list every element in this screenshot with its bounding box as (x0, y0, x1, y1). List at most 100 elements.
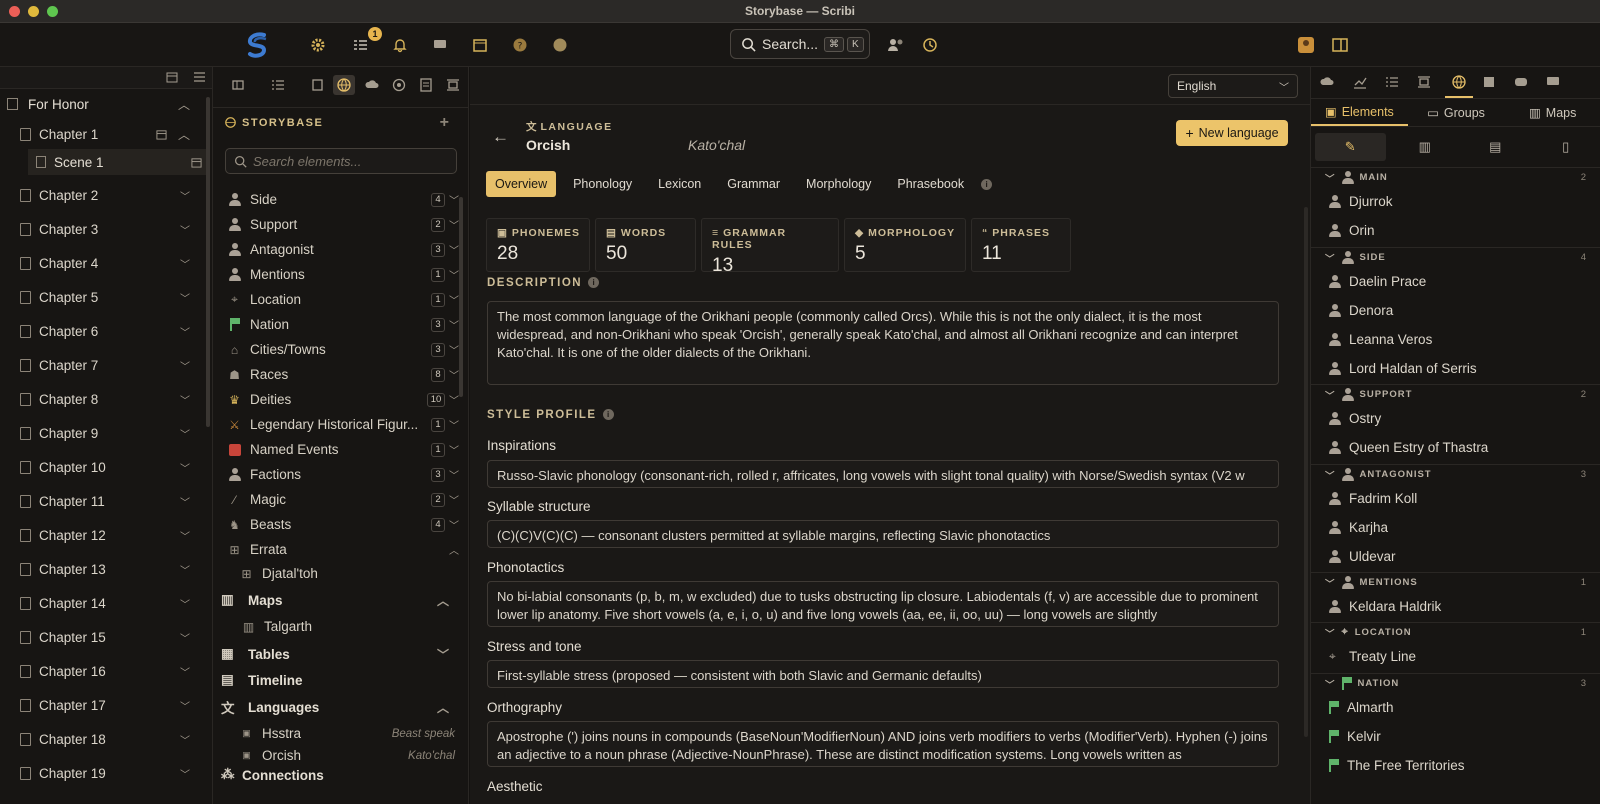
chapter-item[interactable]: Chapter 10 ﹀ (0, 450, 212, 484)
chevron-down-icon[interactable]: ﹀ (449, 492, 459, 507)
chevron-up-icon[interactable]: ︿ (437, 592, 449, 609)
element-item[interactable]: ⌖ Treaty Line (1329, 642, 1416, 670)
chevron-down-icon[interactable]: ﹀ (180, 528, 190, 543)
element-type-location[interactable]: ⌖ Location 1 ﹀ (227, 287, 459, 312)
chapter-item[interactable]: Chapter 12 ﹀ (0, 518, 212, 552)
chapter-item[interactable]: Chapter 8 ﹀ (0, 382, 212, 416)
element-item[interactable]: Orin (1329, 216, 1375, 244)
chevron-down-icon[interactable]: ﹀ (180, 324, 190, 339)
zoom-window-button[interactable] (47, 6, 58, 17)
chevron-down-icon[interactable]: ﹀ (449, 417, 459, 432)
characters-icon[interactable] (311, 78, 325, 92)
chat-icon[interactable] (430, 35, 450, 55)
project-item[interactable]: For Honor ︿ (0, 89, 212, 119)
history-icon[interactable] (920, 35, 940, 55)
account-icon[interactable] (1296, 35, 1316, 55)
chapter-item[interactable]: Chapter 13 ﹀ (0, 552, 212, 586)
element-item[interactable]: Djurrok (1329, 187, 1393, 215)
group-location[interactable]: ﹀ ⌖ LOCATION 1 (1311, 622, 1600, 642)
chevron-up-icon[interactable]: ︿ (449, 542, 459, 557)
calendar-icon[interactable] (166, 71, 178, 83)
cloud-icon[interactable] (1320, 75, 1334, 89)
tab-overview[interactable]: Overview (486, 171, 557, 197)
locale-select[interactable]: English ﹀ (1168, 74, 1298, 98)
group-main[interactable]: ﹀ MAIN 2 (1311, 167, 1600, 187)
global-search[interactable]: Search... ⌘ K (730, 29, 870, 59)
chevron-down-icon[interactable]: ﹀ (449, 217, 459, 232)
element-item[interactable]: Keldara Haldrik (1329, 592, 1441, 620)
chapter-item[interactable]: Chapter 3 ﹀ (0, 212, 212, 246)
menu-icon[interactable] (194, 72, 205, 82)
list-icon[interactable] (271, 78, 285, 92)
chapter-item[interactable]: Chapter 11 ﹀ (0, 484, 212, 518)
element-item[interactable]: Kelvir (1329, 722, 1381, 750)
chevron-down-icon[interactable]: ﹀ (449, 467, 459, 482)
group-antagonist[interactable]: ﹀ ANTAGONIST 3 (1311, 464, 1600, 484)
calendar-icon[interactable] (156, 129, 167, 140)
chapter-item[interactable]: Chapter 7 ﹀ (0, 348, 212, 382)
game-icon[interactable] (1514, 75, 1528, 89)
syllable-input[interactable]: (C)(C)V(C)(C) — consonant clusters permi… (487, 520, 1279, 548)
scene-item[interactable]: Scene 1 (28, 149, 206, 175)
chevron-down-icon[interactable]: ﹀ (449, 442, 459, 457)
feather-icon[interactable]: ✎ (1315, 133, 1386, 161)
cloud-icon[interactable] (365, 78, 379, 92)
element-type-support[interactable]: Support 2 ﹀ (227, 212, 459, 237)
chevron-down-icon[interactable]: ﹀ (437, 646, 449, 663)
document-icon[interactable]: ▯ (1531, 133, 1600, 161)
element-type-magic[interactable]: ⁄ Magic 2 ﹀ (227, 487, 459, 512)
stat-phonemes[interactable]: ▣ PHONEMES 28 (486, 218, 590, 272)
chevron-down-icon[interactable]: ﹀ (449, 517, 459, 532)
scrollbar[interactable] (1304, 207, 1308, 737)
chapter-item[interactable]: Chapter 5 ﹀ (0, 280, 212, 314)
group-mentions[interactable]: ﹀ MENTIONS 1 (1311, 572, 1600, 592)
tab-phrasebook[interactable]: Phrasebook (888, 171, 973, 197)
chevron-down-icon[interactable]: ﹀ (449, 267, 459, 282)
element-type-antagonist[interactable]: Antagonist 3 ﹀ (227, 237, 459, 262)
chevron-down-icon[interactable]: ﹀ (180, 664, 190, 679)
tasks-icon[interactable] (350, 35, 370, 55)
chevron-down-icon[interactable]: ﹀ (180, 188, 190, 203)
chapter-item[interactable]: Chapter 17 ﹀ (0, 688, 212, 722)
chevron-down-icon[interactable]: ﹀ (449, 392, 459, 407)
group-nation[interactable]: ﹀ NATION 3 (1311, 673, 1600, 693)
section-languages[interactable]: 文 Languages ︿ (221, 694, 459, 720)
tab-morphology[interactable]: Morphology (797, 171, 880, 197)
element-type-named-events[interactable]: Named Events 1 ﹀ (227, 437, 459, 462)
chapter-item[interactable]: Chapter 1 ︿ (0, 119, 212, 149)
inspirations-input[interactable]: Russo-Slavic phonology (consonant-rich, … (487, 460, 1279, 488)
element-item[interactable]: Fadrim Koll (1329, 484, 1417, 512)
element-item[interactable]: Karjha (1329, 513, 1388, 541)
timeline-icon[interactable] (1417, 75, 1431, 89)
element-type-mentions[interactable]: Mentions 1 ﹀ (227, 262, 459, 287)
element-item[interactable]: Uldevar (1329, 542, 1396, 570)
calendar-icon[interactable] (191, 157, 202, 168)
chevron-down-icon[interactable]: ﹀ (180, 392, 190, 407)
calendar-icon[interactable] (470, 35, 490, 55)
element-item[interactable]: Ostry (1329, 404, 1381, 432)
element-item[interactable]: Queen Estry of Thastra (1329, 433, 1488, 461)
notes-icon[interactable] (419, 78, 433, 92)
element-item[interactable]: Daelin Prace (1329, 267, 1426, 295)
chapter-item[interactable]: Chapter 18 ﹀ (0, 722, 212, 756)
back-arrow-icon[interactable]: ← (492, 127, 509, 147)
chevron-up-icon[interactable]: ︿ (178, 126, 190, 143)
comment-icon[interactable] (1546, 75, 1560, 89)
minimize-window-button[interactable] (28, 6, 39, 17)
chapter-item[interactable]: Chapter 6 ﹀ (0, 314, 212, 348)
element-item[interactable]: The Free Territories (1329, 751, 1465, 779)
stress-input[interactable]: First-syllable stress (proposed — consis… (487, 660, 1279, 688)
element-type-cities[interactable]: ⌂ Cities/Towns 3 ﹀ (227, 337, 459, 362)
target-icon[interactable] (392, 78, 406, 92)
chevron-down-icon[interactable]: ﹀ (180, 426, 190, 441)
tab-elements[interactable]: ▣ Elements (1311, 99, 1408, 126)
chevron-down-icon[interactable]: ﹀ (180, 596, 190, 611)
info-icon[interactable]: i (588, 277, 600, 289)
description-textarea[interactable]: The most common language of the Orikhani… (487, 301, 1279, 385)
element-item[interactable]: Leanna Veros (1329, 325, 1432, 353)
chevron-down-icon[interactable]: ﹀ (180, 732, 190, 747)
stat-phrases[interactable]: “PHRASES 11 (971, 218, 1071, 272)
map-item[interactable]: ▥ Talgarth (241, 614, 459, 639)
element-type-deities[interactable]: ♛ Deities 10 ﹀ (227, 387, 459, 412)
chevron-down-icon[interactable]: ﹀ (449, 292, 459, 307)
